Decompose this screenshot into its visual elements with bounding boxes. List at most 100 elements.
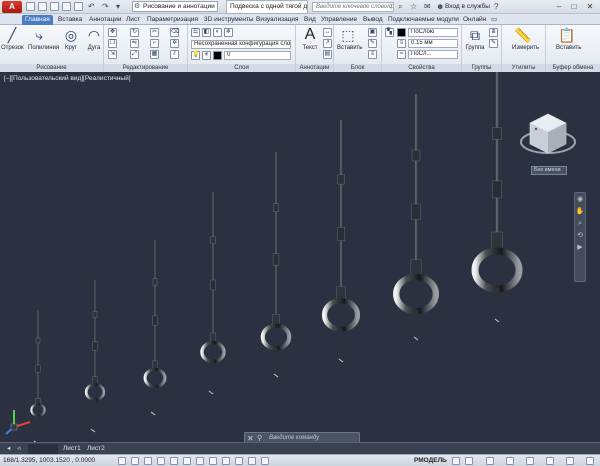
lock-icon[interactable]	[526, 457, 534, 465]
tab-layout2[interactable]: Лист2	[84, 444, 108, 454]
ortho-icon[interactable]	[144, 457, 152, 465]
lineweight-select[interactable]: 0.15 мм	[408, 39, 458, 48]
transparency-icon[interactable]	[248, 457, 256, 465]
tab-view[interactable]: Вид	[301, 15, 319, 25]
ungroup-icon[interactable]: ⧈	[489, 28, 498, 37]
workspace-switch-icon[interactable]	[506, 457, 514, 465]
layer-isolate-icon[interactable]: ◐	[213, 28, 222, 37]
tab-insert[interactable]: Вставка	[55, 15, 85, 25]
tab-render[interactable]: Визуализация	[253, 15, 302, 25]
workspace-select[interactable]: Рисование и аннотации	[132, 1, 218, 12]
snap-icon[interactable]	[118, 457, 126, 465]
login-link[interactable]: Вход в службы	[445, 0, 490, 14]
user-icon[interactable]: ☻	[436, 2, 444, 12]
tab-3d-tools[interactable]: 3D инструменты	[201, 15, 257, 25]
move-icon[interactable]: ✥	[108, 28, 117, 37]
clean-screen-icon[interactable]	[586, 457, 594, 465]
trim-icon[interactable]: ✂	[150, 28, 159, 37]
orbit-icon[interactable]: ⟲	[575, 231, 585, 241]
annotation-scale-icon[interactable]	[486, 457, 494, 465]
drawing-viewport[interactable]: [–][Пользовательский вид][Реалистичный] …	[0, 72, 600, 442]
tab-home[interactable]: Главная	[22, 15, 53, 25]
array-icon[interactable]: ▦	[150, 50, 159, 59]
dyn-icon[interactable]	[222, 457, 230, 465]
stretch-icon[interactable]: ⇲	[108, 50, 117, 59]
tab-parametric[interactable]: Параметризация	[144, 15, 201, 25]
fillet-icon[interactable]: ⌐	[150, 39, 159, 48]
redo-icon[interactable]: ↷	[102, 2, 109, 12]
tab-output[interactable]: Вывод	[360, 15, 386, 25]
open-file-icon[interactable]	[38, 2, 47, 11]
viewport-controls-label[interactable]: [–][Пользовательский вид][Реалистичный]	[4, 75, 131, 82]
match-properties-icon[interactable]: ▚	[385, 28, 394, 37]
paste-button[interactable]: 📋 Вставить	[556, 26, 581, 51]
insert-block-button[interactable]: ⬚ Вставить	[337, 26, 362, 51]
ribbon-toggle-icon[interactable]: ▭	[488, 15, 500, 25]
erase-icon[interactable]: ⌫	[170, 28, 179, 37]
layout-nav-prev-icon[interactable]: ◃	[14, 444, 23, 454]
current-layer-select[interactable]: 0	[224, 51, 291, 60]
search-input[interactable]: Введите ключевое слово/фразу	[312, 2, 394, 12]
explode-icon[interactable]: ✲	[170, 39, 179, 48]
layer-state-select[interactable]: Несохраненная конфигурация сло	[191, 40, 291, 49]
tab-annotate[interactable]: Аннотации	[86, 15, 125, 25]
mirror-icon[interactable]: ⇋	[130, 39, 139, 48]
modify-panel-title[interactable]: Редактирование	[104, 64, 187, 72]
otrack-icon[interactable]	[196, 457, 204, 465]
minimize-icon[interactable]: –	[552, 1, 566, 12]
help-icon[interactable]: ?	[494, 2, 498, 12]
coordinates-readout[interactable]: 168/1.3295, 1003.1520 , 0.0000	[3, 455, 95, 466]
layer-freeze-icon[interactable]: ❄	[224, 28, 233, 37]
group-edit-icon[interactable]: ✎	[489, 39, 498, 48]
search-icon[interactable]: ⌕	[398, 2, 402, 12]
tab-online[interactable]: Онлайн	[460, 15, 489, 25]
tab-layout[interactable]: Лист	[123, 15, 143, 25]
steering-wheel-icon[interactable]: ◉	[575, 195, 585, 205]
arc-tool-button[interactable]: ◠ Дуга	[83, 26, 105, 51]
linetype-select[interactable]: ПоСл...	[408, 50, 458, 59]
utilities-panel-title[interactable]: Утилиты	[502, 64, 545, 72]
measure-button[interactable]: 📏 Измерить	[512, 26, 539, 51]
layer-state-icon[interactable]: ◧	[202, 28, 211, 37]
groups-panel-title[interactable]: Группы	[462, 64, 501, 72]
save-as-icon[interactable]	[62, 2, 71, 11]
quick-access-dropdown-icon[interactable]: ▾	[116, 2, 120, 12]
circle-tool-button[interactable]: ◎ Круг	[60, 26, 82, 51]
quick-view-layouts-icon[interactable]	[452, 457, 460, 465]
table-icon[interactable]: ▤	[323, 50, 332, 59]
communication-center-icon[interactable]: ✉	[424, 2, 431, 12]
edit-block-icon[interactable]: ✎	[368, 39, 377, 48]
dimension-icon[interactable]: ↔	[323, 28, 332, 37]
pan-icon[interactable]: ✋	[575, 207, 585, 217]
grid-icon[interactable]	[131, 457, 139, 465]
undo-icon[interactable]: ↶	[88, 2, 95, 12]
quick-properties-icon[interactable]	[261, 457, 269, 465]
maximize-icon[interactable]: □	[567, 1, 581, 12]
draw-panel-title[interactable]: Рисование	[0, 64, 103, 72]
rotate-icon[interactable]: ↻	[130, 28, 139, 37]
new-file-icon[interactable]	[26, 2, 35, 11]
isolate-objects-icon[interactable]	[566, 457, 574, 465]
attribute-icon[interactable]: ≡	[368, 50, 377, 59]
create-block-icon[interactable]: ▣	[368, 28, 377, 37]
print-icon[interactable]	[74, 2, 83, 11]
model-space-button[interactable]: РМОДЕЛЬ	[414, 455, 447, 466]
3d-osnap-icon[interactable]	[183, 457, 191, 465]
osnap-icon[interactable]	[170, 457, 178, 465]
tab-layout1[interactable]: Лист1	[60, 444, 84, 454]
line-tool-button[interactable]: ╱ Отрезок	[1, 26, 24, 51]
polar-icon[interactable]	[157, 457, 165, 465]
annotation-panel-title[interactable]: Аннотации	[296, 64, 333, 72]
layout-nav-first-icon[interactable]: ◂	[4, 444, 13, 454]
save-icon[interactable]	[50, 2, 59, 11]
copy-icon[interactable]: ❐	[108, 39, 117, 48]
block-panel-title[interactable]: Блок	[334, 64, 381, 72]
tab-manage[interactable]: Управление	[318, 15, 360, 25]
hardware-acceleration-icon[interactable]	[546, 457, 554, 465]
ducs-icon[interactable]	[209, 457, 217, 465]
layers-panel-title[interactable]: Слои	[188, 64, 295, 72]
tab-plugins[interactable]: Подключаемые модули	[385, 15, 462, 25]
subscription-icon[interactable]: ☆	[410, 2, 417, 12]
clipboard-panel-title[interactable]: Буфер обмена	[546, 64, 600, 72]
properties-panel-title[interactable]: Свойства	[382, 64, 461, 72]
